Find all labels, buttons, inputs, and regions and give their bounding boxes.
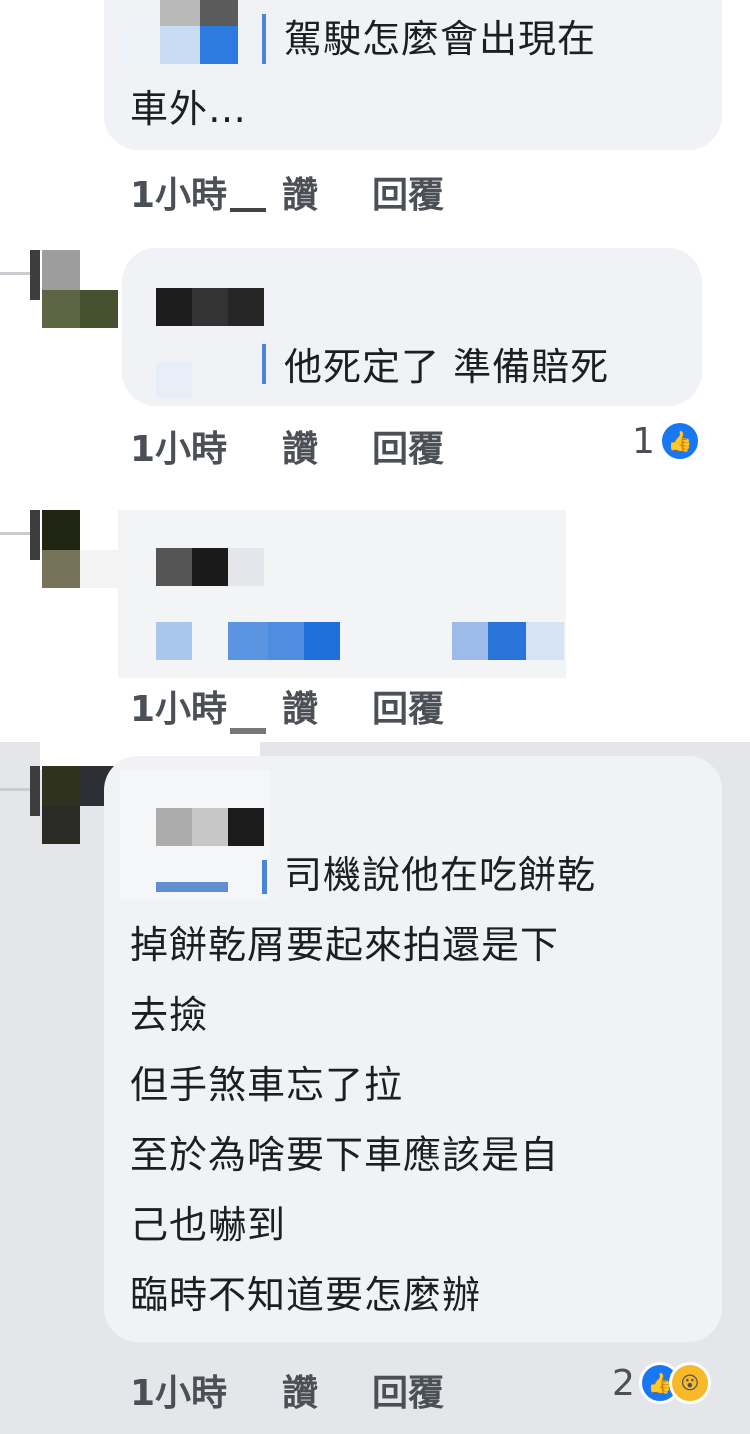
like-link[interactable]: 讚 — [282, 1364, 372, 1416]
comment-4: 司機說他在吃餅乾 掉餅乾屑要起來拍還是下 去撿 但手煞車忘了拉 至於為啥要下車應… — [0, 742, 750, 1434]
comment-line: 臨時不知道要怎麼辦 — [130, 1273, 482, 1317]
pixelated-author-name — [120, 0, 268, 64]
comment-line: 至於為啥要下車應該是自 — [130, 1133, 560, 1177]
like-link[interactable]: 讚 — [282, 420, 372, 472]
name-tail — [262, 344, 266, 384]
comment-3: 1小時 讚 回覆 — [0, 500, 750, 740]
comment-line: 己也嚇到 — [130, 1203, 287, 1247]
name-tail — [262, 14, 266, 64]
comment-line: 駕駛怎麼會出現在 — [284, 17, 597, 61]
reaction-count: 2 — [612, 1362, 635, 1404]
wow-icon: 😮 — [668, 1362, 711, 1404]
time-underline — [230, 208, 266, 212]
time-underline — [230, 728, 266, 734]
comment-line: 去撿 — [130, 993, 209, 1037]
pixelated-author-name — [156, 362, 192, 398]
comment-time[interactable]: 1小時 — [130, 680, 270, 732]
thread-connector — [0, 532, 30, 535]
reaction-summary[interactable]: 1 👍 — [632, 420, 701, 462]
thread-connector — [0, 788, 30, 791]
reaction-count: 1 — [632, 420, 655, 462]
reaction-summary[interactable]: 2 👍 😮 — [612, 1362, 711, 1404]
reply-link[interactable]: 回覆 — [372, 1364, 492, 1416]
comment-line: 他死定了 準備賠死 — [284, 345, 610, 389]
comment-time[interactable]: 1小時 — [130, 1364, 270, 1416]
comment-actions: 1小時 讚 回覆 — [130, 1364, 492, 1416]
thread-connector — [0, 272, 30, 275]
comment-2: 他死定了 準備賠死 1小時 讚 回覆 1 👍 — [0, 240, 750, 490]
pixelated-author-name — [120, 770, 270, 910]
comment-actions: 1小時 讚 回覆 — [130, 680, 492, 732]
comment-time[interactable]: 1小時 — [130, 420, 270, 472]
reply-link[interactable]: 回覆 — [372, 680, 492, 732]
comment-line: 司機說他在吃餅乾 — [284, 853, 597, 897]
reply-link[interactable]: 回覆 — [372, 420, 492, 472]
comment-line: 掉餅乾屑要起來拍還是下 — [130, 923, 560, 967]
comment-actions: 1小時 讚 回覆 — [130, 420, 492, 472]
pixelated-avatar — [30, 250, 120, 330]
pixelated-avatar — [30, 510, 120, 590]
comment-1: 駕駛怎麼會出現在 車外… 1小時 讚 回覆 — [0, 0, 750, 230]
comment-actions: 1小時 讚 回覆 — [130, 166, 492, 218]
comment-line: 但手煞車忘了拉 — [130, 1063, 404, 1107]
pixelated-author-name — [156, 548, 266, 588]
pixelated-comment-text — [156, 622, 566, 662]
like-icon: 👍 — [658, 420, 701, 462]
pixelated-author-name — [156, 288, 266, 328]
comment-line: 車外… — [130, 87, 248, 131]
reply-link[interactable]: 回覆 — [372, 166, 492, 218]
like-link[interactable]: 讚 — [282, 166, 372, 218]
name-tail — [262, 860, 267, 894]
like-link[interactable]: 讚 — [282, 680, 372, 732]
